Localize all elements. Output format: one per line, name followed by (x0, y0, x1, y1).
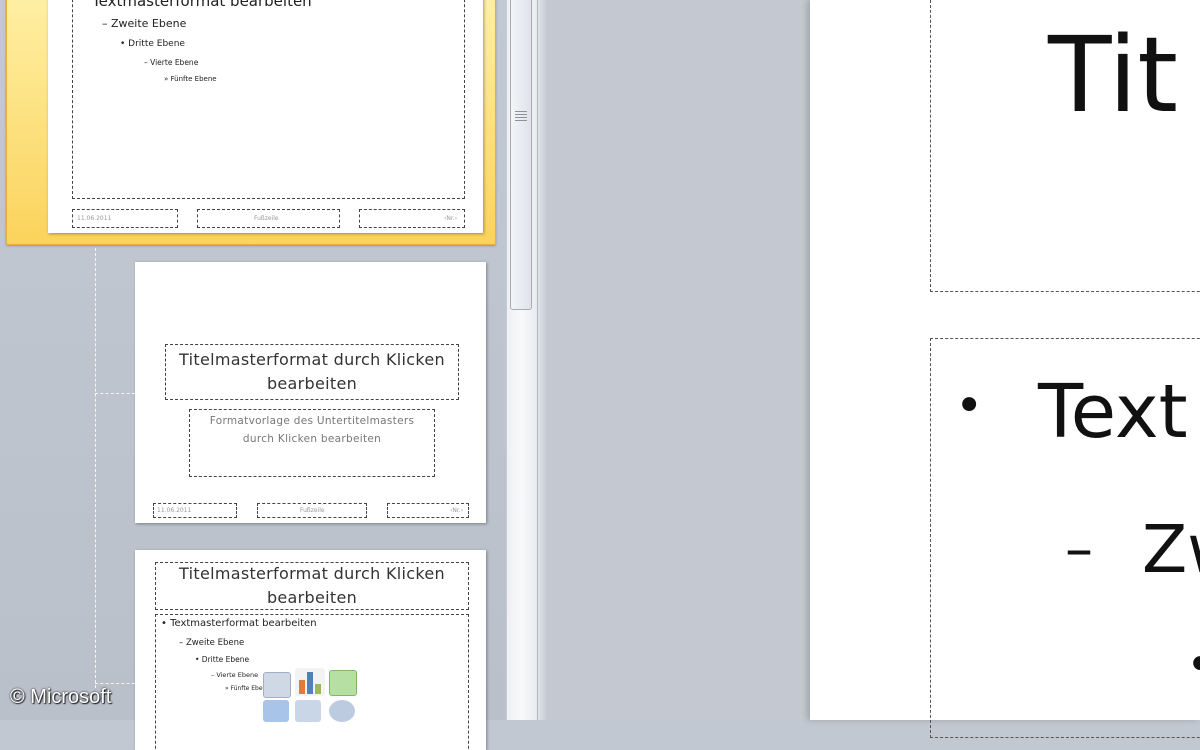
layout-connector-line (95, 683, 135, 684)
main-title-text: Tit (1048, 14, 1178, 136)
insert-media-icon[interactable] (329, 700, 355, 722)
grip-line (515, 120, 527, 121)
footer-date: 11.06.2011 (157, 507, 192, 514)
insert-smartart-icon[interactable] (329, 670, 357, 696)
insert-table-icon[interactable] (263, 672, 291, 698)
body-level-1: Textmasterformat bearbeiten (92, 0, 312, 10)
layout-connector-line (95, 248, 96, 688)
bullet-level-2-text: Zw (1142, 511, 1200, 588)
bullet-marker: • (955, 378, 984, 434)
body-level-2: – Zweite Ebene (179, 638, 245, 648)
slide-number-placeholder: ‹Nr.› (387, 503, 469, 518)
date-placeholder: 11.06.2011 (153, 503, 237, 518)
body-level-5: » Fünfte Ebene (164, 75, 217, 83)
body-level-4: – Vierte Ebene (211, 671, 259, 679)
body-level-3: • Dritte Ebene (120, 39, 185, 49)
slide-number-placeholder: ‹Nr.› (359, 209, 465, 228)
pane-splitter[interactable] (537, 0, 546, 720)
footer-placeholder: Fußzeile (197, 209, 340, 228)
thumbnail-subtitle: Formatvorlage des Untertitelmasters durc… (209, 415, 415, 445)
body-level-3: • Dritte Ebene (195, 655, 250, 664)
main-slide-canvas[interactable]: Tit • Text – Zw • (810, 0, 1200, 738)
footer-center-text: Fußzeile (300, 507, 325, 514)
date-placeholder: 11.06.2011 (72, 209, 178, 228)
bullet-marker: – (1065, 517, 1093, 582)
layout-connector-line (95, 393, 135, 394)
footer-slide-number: ‹Nr.› (444, 215, 458, 222)
bullet-level-1-text: Text (1038, 369, 1188, 455)
master-slide-thumbnail[interactable]: Textmasterformat bearbeiten – Zweite Ebe… (48, 0, 483, 233)
footer-slide-number: ‹Nr.› (450, 507, 464, 514)
content-layout-thumbnail[interactable]: Titelmasterformat durch Klicken bearbeit… (135, 550, 486, 750)
grip-line (515, 114, 527, 115)
footer-date: 11.06.2011 (77, 215, 112, 222)
body-level-4: – Vierte Ebene (144, 58, 199, 67)
title-layout-thumbnail[interactable]: Titelmasterformat durch Klicken bearbeit… (135, 262, 486, 523)
copyright-watermark: © Microsoft (10, 686, 112, 708)
insert-picture-icon[interactable] (263, 700, 289, 722)
footer-center-text: Fußzeile (254, 215, 279, 222)
scrollbar-thumb[interactable] (510, 0, 532, 310)
insert-chart-icon[interactable] (295, 668, 325, 696)
footer-placeholder: Fußzeile (257, 503, 367, 518)
thumbnail-title: Titelmasterformat durch Klicken bearbeit… (179, 350, 445, 393)
slide-thumbnail-pane[interactable]: Textmasterformat bearbeiten – Zweite Ebe… (0, 0, 506, 750)
thumbnail-title: Titelmasterformat durch Klicken bearbeit… (179, 564, 445, 607)
body-level-2: – Zweite Ebene (102, 17, 187, 30)
grip-line (515, 111, 527, 112)
thumbnail-scrollbar[interactable] (506, 0, 537, 720)
insert-clipart-icon[interactable] (295, 700, 321, 722)
grip-line (515, 117, 527, 118)
body-level-1: • Textmasterformat bearbeiten (161, 618, 317, 629)
bullet-marker: • (1186, 630, 1200, 700)
